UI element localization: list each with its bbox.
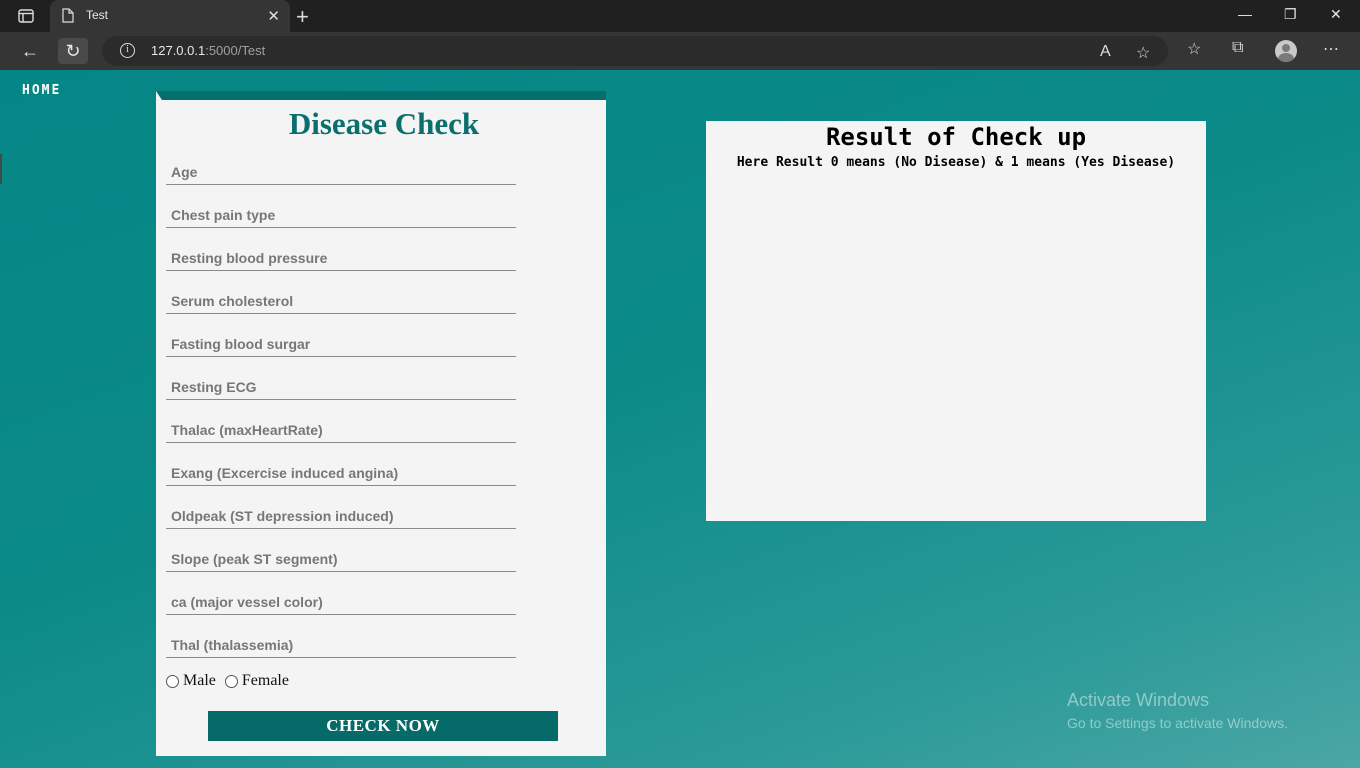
chest-pain-input[interactable] [166, 198, 516, 227]
activate-line-2: Go to Settings to activate Windows. [1067, 715, 1288, 731]
age-input[interactable] [166, 155, 516, 184]
resting-bp-input[interactable] [166, 241, 516, 270]
browser-tab-bar: Test ✕ + — ❐ ✕ [0, 0, 1360, 32]
url-text[interactable]: 127.0.0.1:5000/Test [151, 43, 265, 58]
read-aloud-icon[interactable]: A [1100, 43, 1111, 61]
result-note: Here Result 0 means (No Disease) & 1 mea… [736, 155, 1176, 170]
thal-field[interactable] [166, 628, 516, 658]
page-viewport: HOME Disease Check Male Female CHECK NOW… [0, 70, 1360, 768]
collections-icon[interactable]: ⧉ [1232, 39, 1243, 57]
resting-ecg-input[interactable] [166, 370, 516, 399]
cholesterol-input[interactable] [166, 284, 516, 313]
form-ribbon [156, 91, 606, 100]
male-radio[interactable] [166, 674, 179, 688]
cholesterol-field[interactable] [166, 284, 516, 314]
new-tab-button[interactable]: + [296, 4, 309, 30]
slope-input[interactable] [166, 542, 516, 571]
thalac-field[interactable] [166, 413, 516, 443]
reload-icon[interactable]: ↻ [58, 38, 88, 64]
disease-check-form: Disease Check Male Female CHECK NOW [156, 91, 606, 756]
add-favorite-icon[interactable]: ☆ [1136, 43, 1150, 63]
scroll-indicator [0, 154, 2, 184]
resting-bp-field[interactable] [166, 241, 516, 271]
profile-avatar[interactable] [1275, 40, 1297, 62]
form-title: Disease Check [288, 106, 480, 141]
address-bar[interactable]: i 127.0.0.1:5000/Test A ☆ [102, 36, 1168, 66]
tab-actions-icon [18, 9, 34, 23]
activate-windows-watermark: Activate Windows Go to Settings to activ… [1067, 690, 1288, 731]
window-close-icon[interactable]: ✕ [1330, 6, 1342, 23]
check-now-button[interactable]: CHECK NOW [208, 711, 558, 741]
female-radio[interactable] [224, 674, 238, 688]
tab-actions-button[interactable] [14, 6, 38, 26]
exang-input[interactable] [166, 456, 516, 485]
thal-input[interactable] [166, 628, 516, 657]
page-icon [62, 8, 74, 23]
fasting-sugar-field[interactable] [166, 327, 516, 357]
tab-title: Test [86, 8, 109, 22]
thalac-input[interactable] [166, 413, 516, 442]
result-panel: Result of Check up Here Result 0 means (… [706, 121, 1206, 521]
home-link[interactable]: HOME [22, 83, 61, 98]
oldpeak-field[interactable] [166, 499, 516, 529]
minimize-icon[interactable]: — [1238, 6, 1252, 22]
chest-pain-field[interactable] [166, 198, 516, 228]
slope-field[interactable] [166, 542, 516, 572]
activate-line-1: Activate Windows [1067, 690, 1210, 710]
result-title: Result of Check up [825, 123, 1087, 151]
favorites-icon[interactable]: ☆ [1187, 39, 1201, 59]
restore-icon[interactable]: ❐ [1284, 6, 1297, 23]
age-field[interactable] [166, 155, 516, 185]
back-icon[interactable]: ← [15, 38, 45, 64]
more-menu-icon[interactable]: ⋯ [1323, 39, 1339, 59]
male-label: Male [183, 672, 216, 689]
oldpeak-input[interactable] [166, 499, 516, 528]
ca-input[interactable] [166, 585, 516, 614]
ca-field[interactable] [166, 585, 516, 615]
site-info-icon[interactable]: i [120, 43, 135, 58]
tab-close-icon[interactable]: ✕ [267, 7, 280, 25]
exang-field[interactable] [166, 456, 516, 486]
browser-toolbar: ← ↻ i 127.0.0.1:5000/Test A ☆ ☆ ⧉ ⋯ [0, 32, 1360, 70]
fasting-sugar-input[interactable] [166, 327, 516, 356]
browser-tab[interactable]: Test ✕ [50, 0, 290, 32]
resting-ecg-field[interactable] [166, 370, 516, 400]
female-label: Female [241, 672, 289, 689]
gender-group: Male Female [166, 672, 289, 690]
